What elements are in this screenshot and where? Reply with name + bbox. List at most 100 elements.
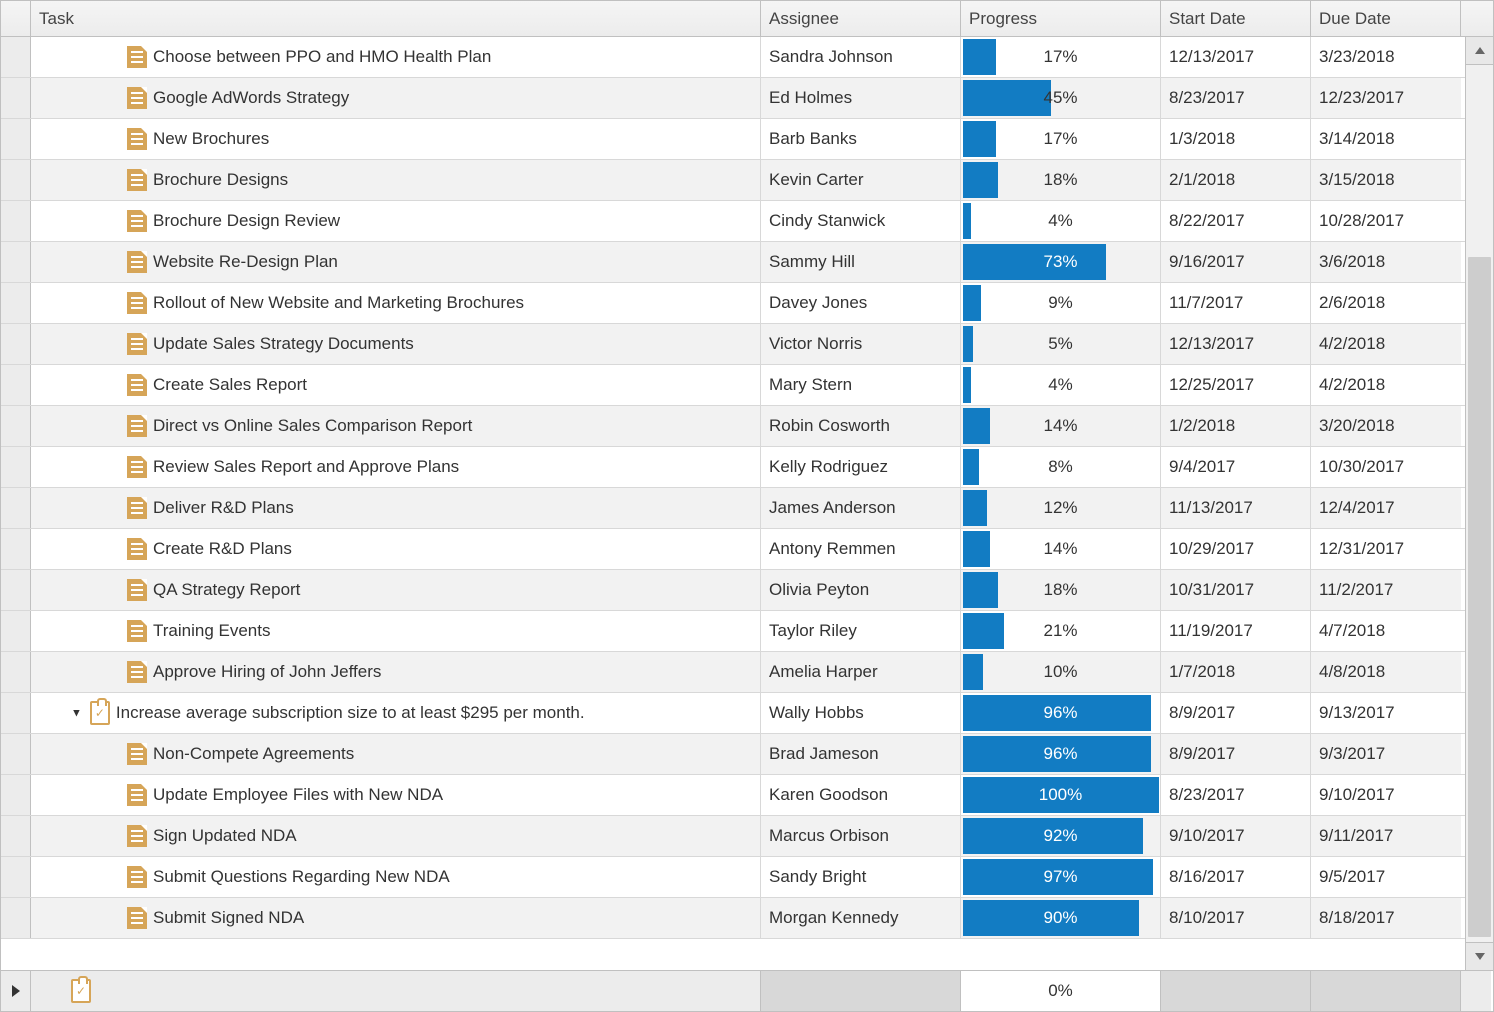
table-row[interactable]: Deliver R&D PlansJames Anderson12%11/13/…: [1, 488, 1465, 529]
due-date-cell[interactable]: 8/18/2017: [1311, 898, 1461, 938]
start-date-cell[interactable]: 8/23/2017: [1161, 775, 1311, 815]
assignee-cell[interactable]: Antony Remmen: [761, 529, 961, 569]
table-row[interactable]: QA Strategy ReportOlivia Peyton18%10/31/…: [1, 570, 1465, 611]
assignee-cell[interactable]: Taylor Riley: [761, 611, 961, 651]
due-date-cell[interactable]: 12/4/2017: [1311, 488, 1461, 528]
progress-cell[interactable]: 4%: [961, 365, 1161, 405]
due-date-cell[interactable]: 4/2/2018: [1311, 324, 1461, 364]
task-cell[interactable]: Direct vs Online Sales Comparison Report: [31, 406, 761, 446]
progress-cell[interactable]: 96%: [961, 734, 1161, 774]
assignee-cell[interactable]: Wally Hobbs: [761, 693, 961, 733]
task-cell[interactable]: Create Sales Report: [31, 365, 761, 405]
table-row[interactable]: Submit Signed NDAMorgan Kennedy90%8/10/2…: [1, 898, 1465, 939]
start-date-cell[interactable]: 9/16/2017: [1161, 242, 1311, 282]
start-date-cell[interactable]: 8/16/2017: [1161, 857, 1311, 897]
assignee-cell[interactable]: James Anderson: [761, 488, 961, 528]
start-date-cell[interactable]: 10/31/2017: [1161, 570, 1311, 610]
assignee-cell[interactable]: Marcus Orbison: [761, 816, 961, 856]
start-date-cell[interactable]: 1/2/2018: [1161, 406, 1311, 446]
new-row[interactable]: ✓ 0%: [1, 970, 1493, 1011]
vertical-scrollbar[interactable]: [1465, 37, 1493, 970]
table-row[interactable]: Review Sales Report and Approve PlansKel…: [1, 447, 1465, 488]
progress-cell[interactable]: 5%: [961, 324, 1161, 364]
progress-cell[interactable]: 100%: [961, 775, 1161, 815]
due-date-cell[interactable]: 10/30/2017: [1311, 447, 1461, 487]
table-row[interactable]: Create Sales ReportMary Stern4%12/25/201…: [1, 365, 1465, 406]
start-date-cell[interactable]: 8/23/2017: [1161, 78, 1311, 118]
table-row[interactable]: Update Sales Strategy DocumentsVictor No…: [1, 324, 1465, 365]
assignee-cell[interactable]: Sammy Hill: [761, 242, 961, 282]
task-cell[interactable]: Review Sales Report and Approve Plans: [31, 447, 761, 487]
progress-cell[interactable]: 45%: [961, 78, 1161, 118]
progress-cell[interactable]: 17%: [961, 37, 1161, 77]
new-row-assignee-cell[interactable]: [761, 971, 961, 1011]
due-date-cell[interactable]: 3/6/2018: [1311, 242, 1461, 282]
scroll-up-button[interactable]: [1466, 37, 1493, 65]
progress-cell[interactable]: 14%: [961, 406, 1161, 446]
task-cell[interactable]: ▲✓Increase average subscription size to …: [31, 693, 761, 733]
due-date-cell[interactable]: 4/2/2018: [1311, 365, 1461, 405]
assignee-cell[interactable]: Karen Goodson: [761, 775, 961, 815]
due-date-cell[interactable]: 9/13/2017: [1311, 693, 1461, 733]
assignee-cell[interactable]: Davey Jones: [761, 283, 961, 323]
header-assignee[interactable]: Assignee: [761, 1, 961, 36]
table-row[interactable]: Website Re-Design PlanSammy Hill73%9/16/…: [1, 242, 1465, 283]
task-cell[interactable]: Non-Compete Agreements: [31, 734, 761, 774]
start-date-cell[interactable]: 11/19/2017: [1161, 611, 1311, 651]
due-date-cell[interactable]: 9/5/2017: [1311, 857, 1461, 897]
table-row[interactable]: Training EventsTaylor Riley21%11/19/2017…: [1, 611, 1465, 652]
table-row[interactable]: Brochure Design ReviewCindy Stanwick4%8/…: [1, 201, 1465, 242]
header-start-date[interactable]: Start Date: [1161, 1, 1311, 36]
task-cell[interactable]: Website Re-Design Plan: [31, 242, 761, 282]
progress-cell[interactable]: 97%: [961, 857, 1161, 897]
start-date-cell[interactable]: 11/7/2017: [1161, 283, 1311, 323]
assignee-cell[interactable]: Robin Cosworth: [761, 406, 961, 446]
due-date-cell[interactable]: 12/23/2017: [1311, 78, 1461, 118]
assignee-cell[interactable]: Amelia Harper: [761, 652, 961, 692]
progress-cell[interactable]: 10%: [961, 652, 1161, 692]
assignee-cell[interactable]: Kelly Rodriguez: [761, 447, 961, 487]
table-row[interactable]: Update Employee Files with New NDAKaren …: [1, 775, 1465, 816]
due-date-cell[interactable]: 2/6/2018: [1311, 283, 1461, 323]
task-cell[interactable]: Submit Questions Regarding New NDA: [31, 857, 761, 897]
progress-cell[interactable]: 92%: [961, 816, 1161, 856]
task-cell[interactable]: Choose between PPO and HMO Health Plan: [31, 37, 761, 77]
start-date-cell[interactable]: 2/1/2018: [1161, 160, 1311, 200]
due-date-cell[interactable]: 4/8/2018: [1311, 652, 1461, 692]
start-date-cell[interactable]: 12/13/2017: [1161, 37, 1311, 77]
task-cell[interactable]: Brochure Designs: [31, 160, 761, 200]
task-cell[interactable]: Rollout of New Website and Marketing Bro…: [31, 283, 761, 323]
due-date-cell[interactable]: 3/14/2018: [1311, 119, 1461, 159]
progress-cell[interactable]: 18%: [961, 160, 1161, 200]
start-date-cell[interactable]: 11/13/2017: [1161, 488, 1311, 528]
task-cell[interactable]: Brochure Design Review: [31, 201, 761, 241]
progress-cell[interactable]: 8%: [961, 447, 1161, 487]
table-row[interactable]: New BrochuresBarb Banks17%1/3/20183/14/2…: [1, 119, 1465, 160]
progress-cell[interactable]: 21%: [961, 611, 1161, 651]
assignee-cell[interactable]: Ed Holmes: [761, 78, 961, 118]
start-date-cell[interactable]: 1/3/2018: [1161, 119, 1311, 159]
start-date-cell[interactable]: 1/7/2018: [1161, 652, 1311, 692]
header-due-date[interactable]: Due Date: [1311, 1, 1461, 36]
assignee-cell[interactable]: Cindy Stanwick: [761, 201, 961, 241]
table-row[interactable]: Direct vs Online Sales Comparison Report…: [1, 406, 1465, 447]
table-row[interactable]: ▲✓Increase average subscription size to …: [1, 693, 1465, 734]
assignee-cell[interactable]: Mary Stern: [761, 365, 961, 405]
new-row-due-cell[interactable]: [1311, 971, 1461, 1011]
due-date-cell[interactable]: 3/23/2018: [1311, 37, 1461, 77]
table-row[interactable]: Rollout of New Website and Marketing Bro…: [1, 283, 1465, 324]
table-row[interactable]: Submit Questions Regarding New NDASandy …: [1, 857, 1465, 898]
table-row[interactable]: Create R&D PlansAntony Remmen14%10/29/20…: [1, 529, 1465, 570]
task-cell[interactable]: Approve Hiring of John Jeffers: [31, 652, 761, 692]
start-date-cell[interactable]: 10/29/2017: [1161, 529, 1311, 569]
progress-cell[interactable]: 14%: [961, 529, 1161, 569]
progress-cell[interactable]: 73%: [961, 242, 1161, 282]
start-date-cell[interactable]: 8/22/2017: [1161, 201, 1311, 241]
scroll-thumb[interactable]: [1468, 257, 1491, 937]
table-row[interactable]: Choose between PPO and HMO Health PlanSa…: [1, 37, 1465, 78]
due-date-cell[interactable]: 9/11/2017: [1311, 816, 1461, 856]
progress-cell[interactable]: 18%: [961, 570, 1161, 610]
assignee-cell[interactable]: Olivia Peyton: [761, 570, 961, 610]
progress-cell[interactable]: 17%: [961, 119, 1161, 159]
due-date-cell[interactable]: 4/7/2018: [1311, 611, 1461, 651]
